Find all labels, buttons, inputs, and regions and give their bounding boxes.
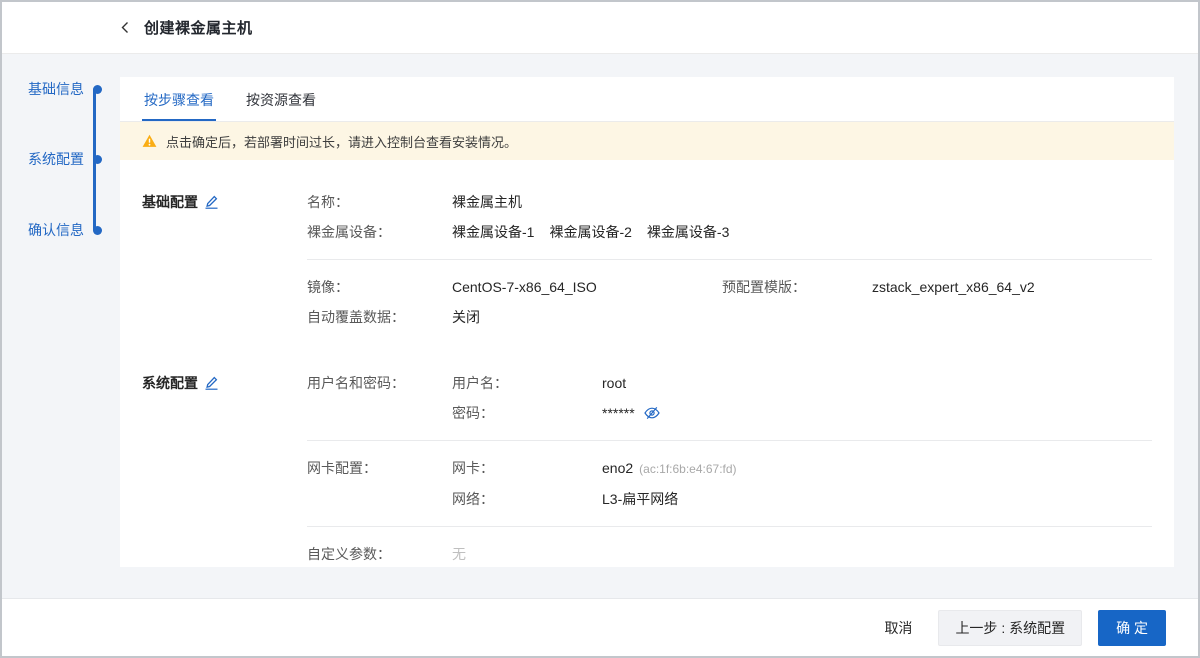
step-basic-info-label: 基础信息 (28, 79, 84, 99)
deploy-warning-alert: 点击确定后，若部署时间过长，请进入控制台查看安装情况。 (120, 122, 1174, 160)
review-content: 基础配置 名称： 裸金属主机 裸金属设备： 裸金属设备-1 裸金属设备- (120, 160, 1174, 569)
row-password: 密码： ****** (142, 398, 1152, 428)
divider (307, 526, 1152, 527)
page-title: 创建裸金属主机 (144, 17, 253, 38)
custom-params-value: 无 (452, 544, 466, 564)
overwrite-value: 关闭 (452, 307, 480, 327)
tab-view-by-step[interactable]: 按步骤查看 (142, 77, 216, 121)
image-value: CentOS-7-x86_64_ISO (452, 277, 722, 297)
step-dot (93, 85, 102, 94)
device-tag: 裸金属设备-3 (647, 222, 729, 242)
nic-group-label: 网卡配置： (307, 458, 452, 478)
nic-value-wrap: eno2 (ac:1f:6b:e4:67:fd) (602, 458, 737, 479)
row-image-template: 镜像： CentOS-7-x86_64_ISO 预配置模版： zstack_ex… (142, 272, 1152, 302)
confirm-button[interactable]: 确 定 (1098, 610, 1166, 646)
create-baremetal-host-page: 创建裸金属主机 基础信息 系统配置 确认信息 按步骤查看 按资源查看 (0, 0, 1200, 658)
page-header: 创建裸金属主机 (2, 2, 1198, 54)
step-confirm-info[interactable]: 确认信息 (28, 220, 102, 240)
devices-list: 裸金属设备-1 裸金属设备-2 裸金属设备-3 (452, 222, 729, 242)
nic-label: 网卡： (452, 458, 602, 478)
device-tag: 裸金属设备-1 (452, 222, 534, 242)
overwrite-label: 自动覆盖数据： (307, 307, 452, 327)
network-label: 网络： (452, 489, 602, 509)
back-icon[interactable] (119, 21, 132, 34)
row-nic: 网卡配置： 网卡： eno2 (ac:1f:6b:e4:67:fd) (142, 453, 1152, 484)
edit-basic-config-icon[interactable] (205, 195, 218, 209)
password-label: 密码： (452, 403, 602, 423)
devices-label: 裸金属设备： (307, 222, 452, 242)
section-system-config-title: 系统配置 (142, 373, 198, 393)
row-name: 基础配置 名称： 裸金属主机 (142, 187, 1152, 217)
row-overwrite: 自动覆盖数据： 关闭 (142, 302, 1152, 332)
section-basic-config: 基础配置 (142, 192, 307, 212)
warning-icon (142, 134, 157, 148)
step-basic-info[interactable]: 基础信息 (28, 79, 102, 99)
cancel-button[interactable]: 取消 (884, 618, 912, 638)
template-value: zstack_expert_x86_64_v2 (872, 277, 1035, 297)
footer-action-bar: 取消 上一步 : 系统配置 确 定 (2, 598, 1198, 656)
row-network: 网络： L3-扁平网络 (142, 484, 1152, 514)
password-value-wrap: ****** (602, 403, 660, 423)
step-dot (93, 226, 102, 235)
device-tag: 裸金属设备-2 (549, 222, 631, 242)
step-confirm-info-label: 确认信息 (28, 220, 84, 240)
name-value: 裸金属主机 (452, 192, 522, 212)
review-card: 按步骤查看 按资源查看 点击确定后，若部署时间过长，请进入控制台查看安装情况。 … (120, 77, 1174, 567)
row-username: 系统配置 用户名和密码： 用户名： root (142, 368, 1152, 398)
view-tabs: 按步骤查看 按资源查看 (120, 77, 1174, 122)
template-label: 预配置模版： (722, 277, 872, 297)
step-system-config[interactable]: 系统配置 (28, 149, 102, 169)
warning-message: 点击确定后，若部署时间过长，请进入控制台查看安装情况。 (166, 132, 517, 151)
step-system-config-label: 系统配置 (28, 149, 84, 169)
prev-step-button[interactable]: 上一步 : 系统配置 (938, 610, 1082, 646)
custom-params-label: 自定义参数： (307, 544, 452, 564)
password-masked-value: ****** (602, 403, 635, 423)
credentials-label: 用户名和密码： (307, 373, 452, 393)
username-label: 用户名： (452, 373, 602, 393)
name-label: 名称： (307, 192, 452, 212)
divider (307, 440, 1152, 441)
section-basic-config-title: 基础配置 (142, 192, 198, 212)
network-value: L3-扁平网络 (602, 489, 678, 509)
nic-value: eno2 (602, 460, 633, 476)
nic-mac-address: (ac:1f:6b:e4:67:fd) (639, 462, 736, 476)
divider (307, 259, 1152, 260)
section-system-config: 系统配置 (142, 373, 307, 393)
tab-view-by-resource[interactable]: 按资源查看 (244, 77, 318, 121)
row-custom-params: 自定义参数： 无 (142, 539, 1152, 569)
step-dot (93, 155, 102, 164)
image-label: 镜像： (307, 277, 452, 297)
username-value: root (602, 373, 626, 393)
row-devices: 裸金属设备： 裸金属设备-1 裸金属设备-2 裸金属设备-3 (142, 217, 1152, 247)
edit-system-config-icon[interactable] (205, 376, 218, 390)
eye-invisible-icon[interactable] (644, 406, 660, 420)
